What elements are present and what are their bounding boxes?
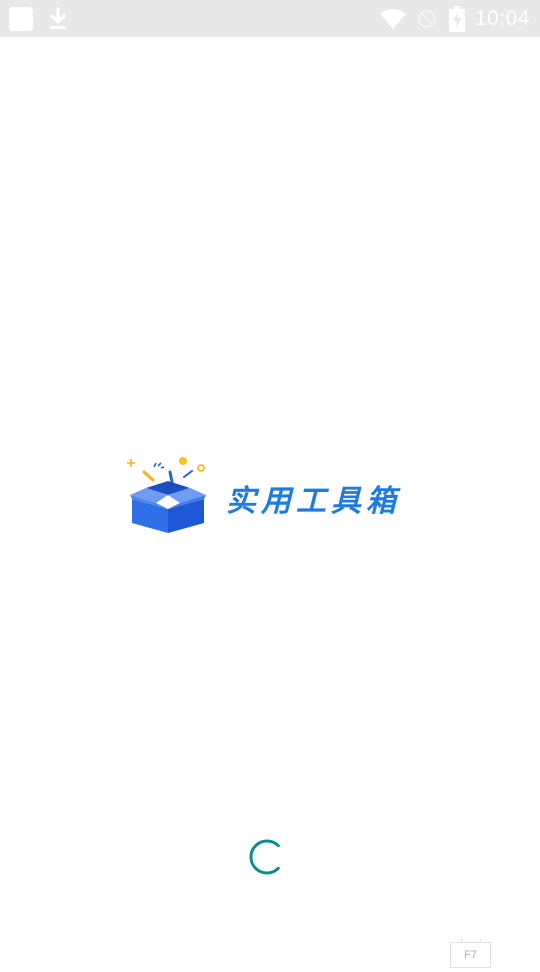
app-name: 实用工具箱 xyxy=(226,484,401,519)
open-box-icon xyxy=(126,455,210,535)
spinner-icon xyxy=(248,838,286,876)
dnd-icon xyxy=(416,0,438,37)
status-time: 10:04 xyxy=(474,7,530,30)
key-hint: F7 xyxy=(450,939,491,968)
battery-charging-icon xyxy=(447,0,467,37)
key-hint-label: F7 xyxy=(464,949,477,961)
wifi-icon xyxy=(378,0,408,37)
download-icon xyxy=(46,0,70,37)
app-notification-icon xyxy=(7,0,34,37)
status-bar: 10:04 xyxy=(0,0,540,37)
